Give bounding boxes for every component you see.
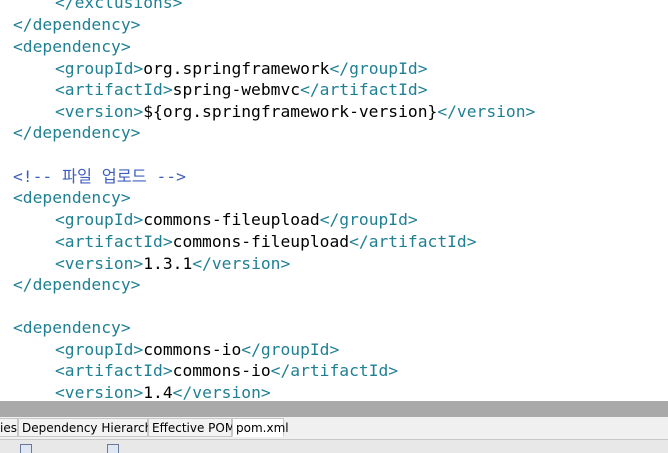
xml-tag: </dependency> xyxy=(13,123,141,142)
editor-tab-bar: ies Dependency Hierarchy Effective POM p… xyxy=(0,417,668,440)
xml-value: 1.3.1 xyxy=(143,254,193,273)
code-line: <artifactId>spring-webmvc</artifactId> xyxy=(55,79,428,101)
code-line: </dependency> xyxy=(13,274,140,296)
xml-value: spring-webmvc xyxy=(172,80,301,99)
xml-tag: </dependency> xyxy=(13,275,141,294)
tab-dependencies[interactable]: ies xyxy=(0,418,18,437)
xml-tag: </version> xyxy=(437,102,536,121)
view-icon[interactable] xyxy=(20,444,32,453)
code-line: <version>1.3.1</version> xyxy=(55,253,290,275)
code-line: <groupId>commons-fileupload</groupId> xyxy=(55,209,418,231)
code-line: <!-- 파일 업로드 --> xyxy=(13,166,186,188)
tab-dependency-hierarchy[interactable]: Dependency Hierarchy xyxy=(18,418,159,437)
xml-value: org.springframework xyxy=(143,59,330,78)
code-line: <artifactId>commons-fileupload</artifact… xyxy=(55,231,477,253)
code-line: <groupId>commons-io</groupId> xyxy=(55,339,339,361)
xml-tag: </version> xyxy=(192,254,291,273)
xml-tag: <dependency> xyxy=(13,318,131,337)
code-line: <version>1.4</version> xyxy=(55,382,271,401)
code-line: <dependency> xyxy=(13,317,131,339)
xml-value: commons-io xyxy=(143,340,242,359)
xml-value: 1.4 xyxy=(143,383,173,401)
code-line: <dependency> xyxy=(13,36,131,58)
xml-tag: </artifactId> xyxy=(300,80,428,99)
pane-divider[interactable] xyxy=(0,401,668,417)
code-line: <version>${org.springframework-version}<… xyxy=(55,101,535,123)
console-icon[interactable] xyxy=(107,444,119,453)
xml-comment: <!-- 파일 업로드 --> xyxy=(13,167,186,186)
tab-pom-xml[interactable]: pom.xml xyxy=(232,418,289,437)
xml-tag: <groupId> xyxy=(55,59,144,78)
code-line: </dependency> xyxy=(13,14,140,36)
xml-tag: </version> xyxy=(172,383,271,401)
xml-tag: </dependency> xyxy=(13,15,141,34)
xml-value: commons-io xyxy=(172,361,271,380)
xml-tag: <version> xyxy=(55,383,144,401)
xml-value: ${org.springframework-version} xyxy=(143,102,438,121)
code-line: <groupId>org.springframework</groupId> xyxy=(55,58,428,80)
xml-tag: <artifactId> xyxy=(55,232,173,251)
xml-value: commons-fileupload xyxy=(143,210,320,229)
xml-value: commons-fileupload xyxy=(172,232,350,251)
xml-tag: </groupId> xyxy=(241,340,340,359)
xml-tag: </groupId> xyxy=(319,210,418,229)
code-line: </dependency> xyxy=(13,122,140,144)
xml-tag: <artifactId> xyxy=(55,361,173,380)
xml-tag: <version> xyxy=(55,254,144,273)
xml-tag: <dependency> xyxy=(13,37,131,56)
xml-tag: <groupId> xyxy=(55,210,144,229)
xml-tag: <dependency> xyxy=(13,188,131,207)
xml-tag: </groupId> xyxy=(329,59,428,78)
xml-tag: <artifactId> xyxy=(55,80,173,99)
xml-tag: </exclusions> xyxy=(55,0,183,12)
code-line: <artifactId>commons-io</artifactId> xyxy=(55,360,398,382)
xml-tag: </artifactId> xyxy=(349,232,477,251)
xml-tag: <version> xyxy=(55,102,144,121)
xml-tag: <groupId> xyxy=(55,340,144,359)
xml-tag: </artifactId> xyxy=(270,361,399,380)
code-line: </exclusions> xyxy=(55,0,182,14)
view-tab-bar xyxy=(0,440,668,453)
tab-effective-pom[interactable]: Effective POM xyxy=(148,418,235,437)
code-editor[interactable]: </exclusions> </dependency> <dependency>… xyxy=(0,0,668,401)
code-line: <dependency> xyxy=(13,187,131,209)
